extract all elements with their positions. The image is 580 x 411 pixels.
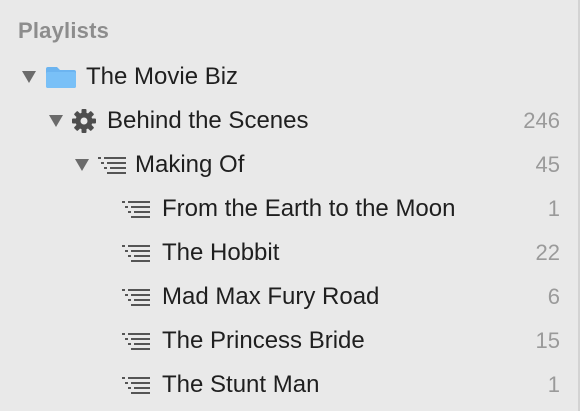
item-count: 6 (547, 284, 560, 309)
playlist-icon (121, 330, 151, 352)
playlist-icon (121, 374, 151, 396)
gear-icon (71, 108, 97, 134)
sidebar-item-the-stunt-man[interactable]: The Stunt Man 1 (0, 363, 578, 407)
item-count: 246 (523, 108, 560, 133)
sidebar-item-label: The Stunt Man (162, 371, 320, 398)
item-count: 1 (547, 372, 560, 397)
sidebar-item-mad-max-fury-road[interactable]: Mad Max Fury Road 6 (0, 275, 578, 319)
playlist-icon (121, 286, 151, 308)
playlists-section-header: Playlists (18, 18, 110, 43)
disclosure-triangle-icon[interactable] (73, 156, 91, 174)
sidebar-item-label: Behind the Scenes (107, 107, 309, 134)
sidebar-item-the-princess-bride[interactable]: The Princess Bride 15 (0, 319, 578, 363)
sidebar-item-the-hobbit[interactable]: The Hobbit 22 (0, 231, 578, 275)
playlist-icon (97, 154, 127, 176)
playlist-icon (121, 198, 151, 220)
folder-icon (44, 64, 78, 90)
sidebar-item-label: The Princess Bride (162, 327, 365, 354)
item-count: 45 (535, 152, 560, 177)
sidebar-item-label: Mad Max Fury Road (162, 283, 380, 310)
item-count: 15 (535, 328, 560, 353)
item-count: 22 (535, 240, 560, 265)
sidebar-item-the-movie-biz[interactable]: The Movie Biz (0, 55, 578, 99)
disclosure-triangle-icon[interactable] (47, 112, 65, 130)
sidebar-item-label: Making Of (135, 151, 245, 178)
sidebar-item-label: The Movie Biz (86, 63, 239, 90)
sidebar-item-from-the-earth-to-the-moon[interactable]: From the Earth to the Moon 1 (0, 187, 578, 231)
sidebar-item-making-of[interactable]: Making Of 45 (0, 143, 578, 187)
disclosure-triangle-icon[interactable] (20, 68, 38, 86)
sidebar-item-behind-the-scenes[interactable]: Behind the Scenes 246 (0, 99, 578, 143)
sidebar-item-label: From the Earth to the Moon (162, 195, 456, 222)
playlist-icon (121, 242, 151, 264)
item-count: 1 (547, 196, 560, 221)
sidebar-item-label: The Hobbit (162, 239, 280, 266)
